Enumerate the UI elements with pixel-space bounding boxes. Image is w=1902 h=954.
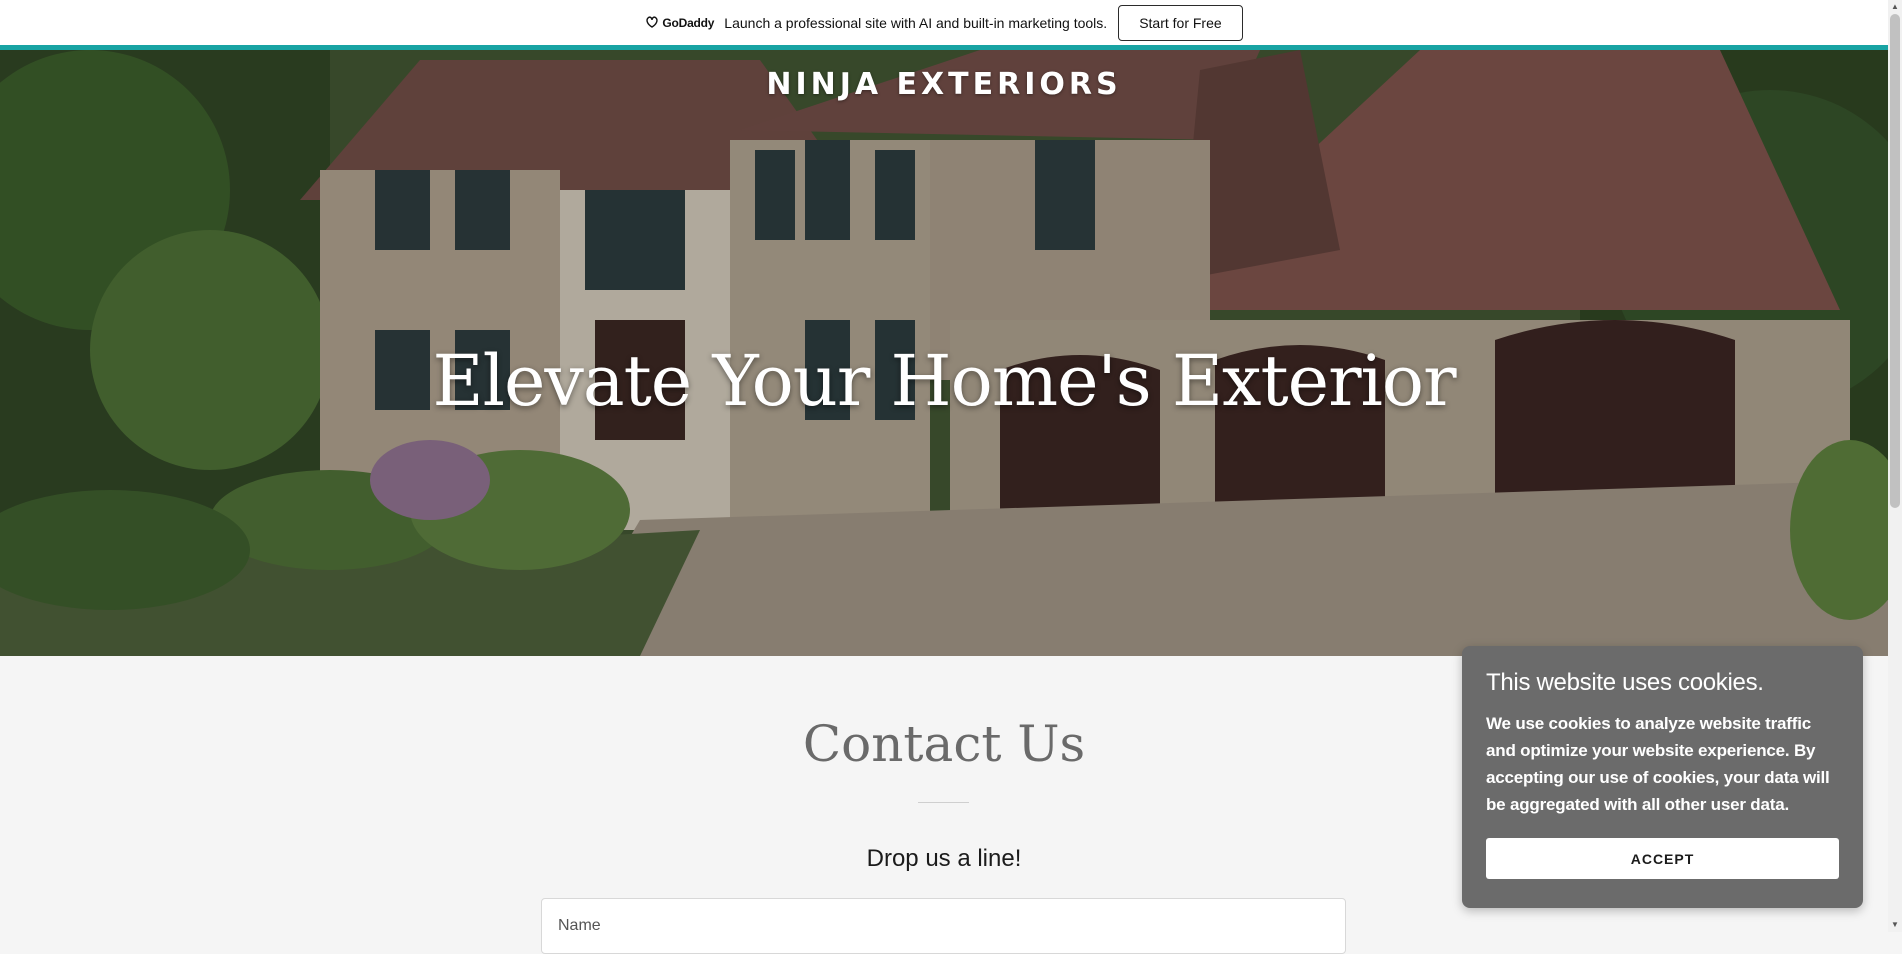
- cookie-title: This website uses cookies.: [1486, 669, 1764, 696]
- scroll-up-icon[interactable]: ▲: [1888, 0, 1902, 14]
- hero-headline: Elevate Your Home's Exterior: [432, 340, 1456, 422]
- godaddy-logo[interactable]: GoDaddy: [645, 15, 714, 31]
- name-field[interactable]: Name: [541, 898, 1346, 954]
- page-scrollbar[interactable]: ▲ ▼: [1888, 0, 1902, 932]
- godaddy-logo-icon: [645, 15, 659, 31]
- godaddy-logo-text: GoDaddy: [662, 15, 715, 30]
- hero-section: NINJA EXTERIORS Elevate Your Home's Exte…: [0, 50, 1888, 656]
- start-for-free-button[interactable]: Start for Free: [1118, 4, 1243, 41]
- site-brand[interactable]: NINJA EXTERIORS: [0, 67, 1888, 102]
- godaddy-promo-bar: GoDaddy Launch a professional site with …: [0, 0, 1888, 45]
- name-field-label: Name: [558, 917, 601, 934]
- divider: [918, 802, 969, 803]
- promo-message: Launch a professional site with AI and b…: [724, 14, 1108, 31]
- accept-cookies-button[interactable]: ACCEPT: [1486, 838, 1839, 879]
- scroll-thumb[interactable]: [1890, 14, 1900, 508]
- scroll-down-icon[interactable]: ▼: [1888, 918, 1902, 932]
- cookie-body: We use cookies to analyze website traffi…: [1486, 714, 1830, 814]
- cookie-banner: This website uses cookies. We use cookie…: [1462, 646, 1863, 908]
